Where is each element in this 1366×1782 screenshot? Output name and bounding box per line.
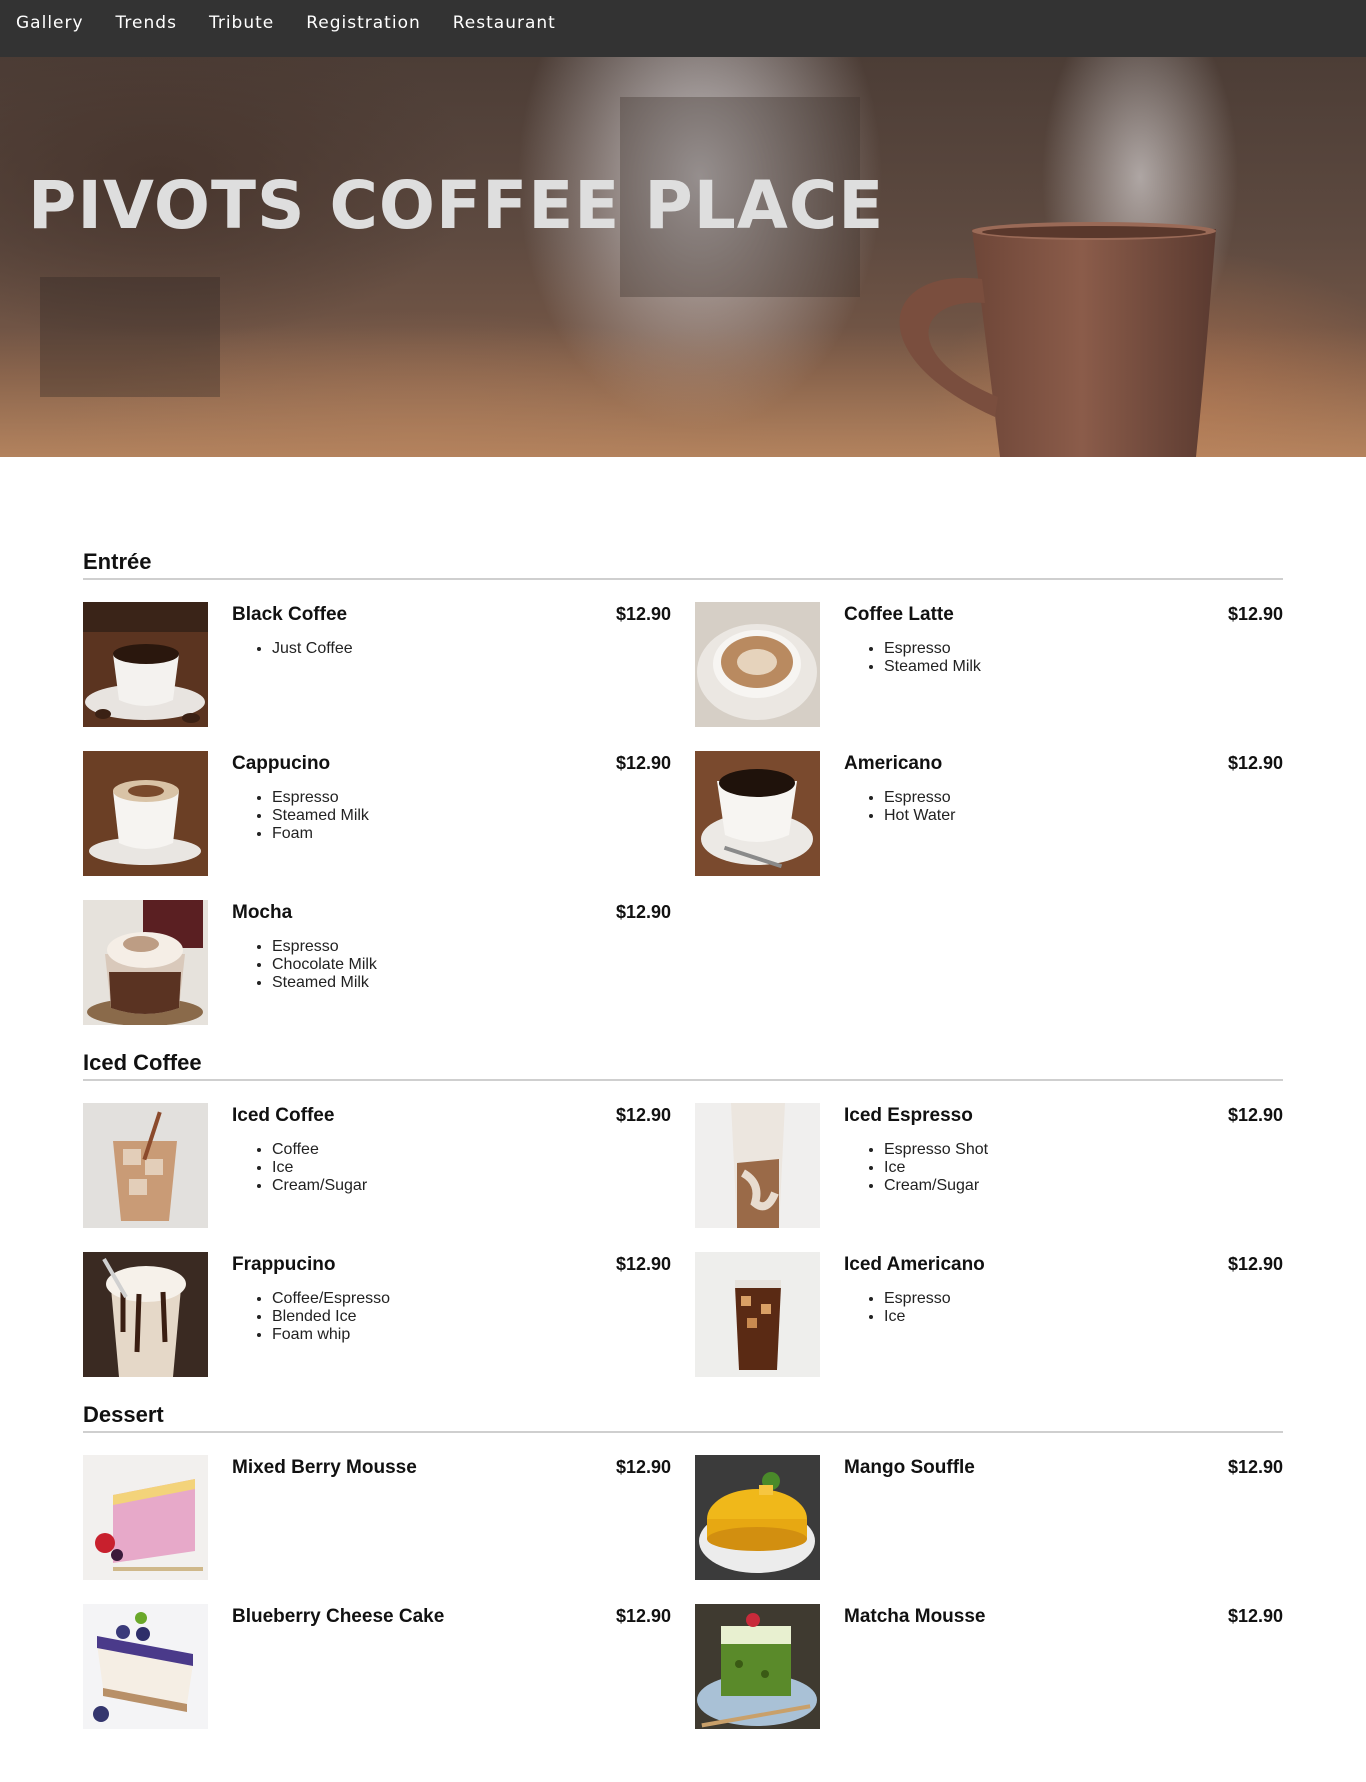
ingredient: Espresso [884,1290,951,1308]
nav-link-tribute[interactable]: Tribute [193,0,290,33]
nav-link-trends[interactable]: Trends [100,0,193,33]
iced-espresso-image [695,1103,820,1228]
ingredient: Ice [884,1308,951,1326]
ingredient-list: Espresso Steamed Milk [884,640,981,676]
item-name: Black Coffee [232,604,348,625]
nav-link-gallery[interactable]: Gallery [0,0,100,33]
menu-item-iced-espresso: Iced Espresso $12.90 Espresso Shot Ice C… [695,1103,1283,1228]
item-price: $12.90 [615,1457,671,1477]
menu-item-coffee-latte: Coffee Latte $12.90 Espresso Steamed Mil… [695,602,1283,727]
menu-item-black-coffee: Black Coffee $12.90 Just Coffee [83,602,671,727]
menu-item-matcha-mousse: Matcha Mousse $12.90 [695,1604,1283,1729]
menu-item-mixed-berry-mousse: Mixed Berry Mousse $12.90 [83,1455,671,1580]
black-coffee-image [83,602,208,727]
menu-item-americano: Americano $12.90 Espresso Hot Water [695,751,1283,876]
latte-image [695,602,820,727]
ingredient: Coffee [272,1141,367,1159]
section-iced-coffee: Iced Coffee Iced Coffee $12.90 Coffee Ic… [83,1049,1283,1401]
cappucino-image [83,751,208,876]
ingredient-list: Espresso Ice [884,1290,951,1326]
item-name: Americano [844,753,943,774]
section-title: Dessert [83,1401,1283,1433]
ingredient: Just Coffee [272,640,353,658]
ingredient: Chocolate Milk [272,956,377,974]
ingredient-list: Espresso Chocolate Milk Steamed Milk [272,938,377,992]
mocha-image [83,900,208,1025]
item-name: Mango Souffle [844,1457,975,1478]
coffee-mug-hero-image [0,97,1366,457]
nav-link-registration[interactable]: Registration [290,0,437,33]
mango-souffle-image [695,1455,820,1580]
item-price: $12.90 [615,1606,671,1626]
matcha-mousse-image [695,1604,820,1729]
item-price: $12.90 [615,604,671,624]
iced-coffee-image [83,1103,208,1228]
ingredient: Hot Water [884,807,955,825]
ingredient: Foam [272,825,369,843]
ingredient: Cream/Sugar [884,1177,988,1195]
ingredient-list: Espresso Steamed Milk Foam [272,789,369,843]
menu-item-blueberry-cheese-cake: Blueberry Cheese Cake $12.90 [83,1604,671,1729]
item-name: Blueberry Cheese Cake [232,1606,445,1627]
frappucino-image [83,1252,208,1377]
menu-item-iced-americano: Iced Americano $12.90 Espresso Ice [695,1252,1283,1377]
section-title: Iced Coffee [83,1049,1283,1081]
item-name: Matcha Mousse [844,1606,986,1627]
menu: Entrée Black Coffee $12.90 Just Coffee C… [83,548,1283,1753]
iced-americano-image [695,1252,820,1377]
blueberry-cake-image [83,1604,208,1729]
section-dessert: Dessert Mixed Berry Mousse $12.90 Mango … [83,1401,1283,1753]
ingredient: Espresso [272,938,377,956]
item-name: Cappucino [232,753,331,774]
item-name: Iced Espresso [844,1105,973,1126]
nav-link-restaurant[interactable]: Restaurant [437,0,572,33]
item-name: Iced Americano [844,1254,985,1275]
item-price: $12.90 [615,1105,671,1125]
ingredient: Espresso Shot [884,1141,988,1159]
menu-item-frappucino: Frappucino $12.90 Coffee/Espresso Blende… [83,1252,671,1377]
ingredient-list: Just Coffee [272,640,353,658]
ingredient-list: Coffee/Espresso Blended Ice Foam whip [272,1290,390,1344]
item-price: $12.90 [615,902,671,922]
americano-image [695,751,820,876]
section-title: Entrée [83,548,1283,580]
menu-item-iced-coffee: Iced Coffee $12.90 Coffee Ice Cream/Suga… [83,1103,671,1228]
ingredient: Steamed Milk [272,807,369,825]
ingredient: Espresso [884,789,955,807]
item-name: Frappucino [232,1254,336,1275]
item-name: Mixed Berry Mousse [232,1457,417,1478]
ingredient: Coffee/Espresso [272,1290,390,1308]
item-name: Coffee Latte [844,604,954,625]
item-price: $12.90 [1227,1105,1283,1125]
item-price: $12.90 [615,1254,671,1274]
ingredient: Steamed Milk [884,658,981,676]
item-price: $12.90 [1227,1457,1283,1477]
top-navbar: Gallery Trends Tribute Registration Rest… [0,0,1366,57]
ingredient-list: Espresso Hot Water [884,789,955,825]
ingredient: Ice [272,1159,367,1177]
item-price: $12.90 [615,753,671,773]
ingredient: Blended Ice [272,1308,390,1326]
ingredient: Cream/Sugar [272,1177,367,1195]
item-price: $12.90 [1227,604,1283,624]
menu-item-mango-souffle: Mango Souffle $12.90 [695,1455,1283,1580]
section-entree: Entrée Black Coffee $12.90 Just Coffee C… [83,548,1283,1049]
ingredient-list: Espresso Shot Ice Cream/Sugar [884,1141,988,1195]
page-title: PIVOTS COFFEE PLACE [28,167,885,244]
menu-item-cappucino: Cappucino $12.90 Espresso Steamed Milk F… [83,751,671,876]
item-price: $12.90 [1227,1254,1283,1274]
item-price: $12.90 [1227,1606,1283,1626]
ingredient: Foam whip [272,1326,390,1344]
ingredient-list: Coffee Ice Cream/Sugar [272,1141,367,1195]
item-name: Mocha [232,902,293,923]
menu-item-mocha: Mocha $12.90 Espresso Chocolate Milk Ste… [83,900,671,1025]
item-name: Iced Coffee [232,1105,335,1126]
berry-mousse-image [83,1455,208,1580]
ingredient: Ice [884,1159,988,1177]
ingredient: Espresso [884,640,981,658]
ingredient: Steamed Milk [272,974,377,992]
item-price: $12.90 [1227,753,1283,773]
ingredient: Espresso [272,789,369,807]
hero-banner: PIVOTS COFFEE PLACE [0,57,1366,457]
